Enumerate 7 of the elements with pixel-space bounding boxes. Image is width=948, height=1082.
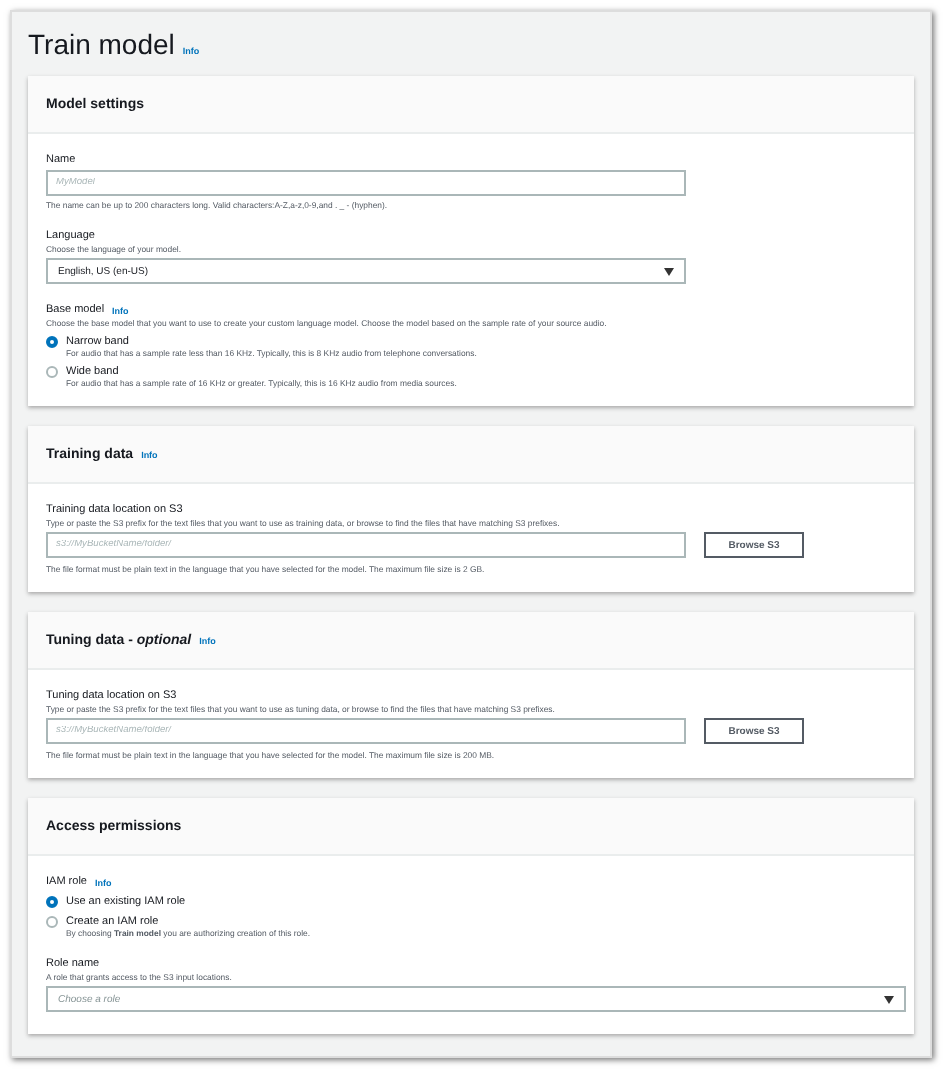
page-title: Train model: [28, 28, 175, 60]
radio-button[interactable]: [46, 366, 58, 378]
radio-button[interactable]: [46, 336, 58, 348]
radio-button[interactable]: [46, 916, 58, 928]
caret-icon: [884, 995, 894, 1003]
caret-icon: [664, 267, 674, 275]
radio-button[interactable]: [46, 896, 58, 908]
